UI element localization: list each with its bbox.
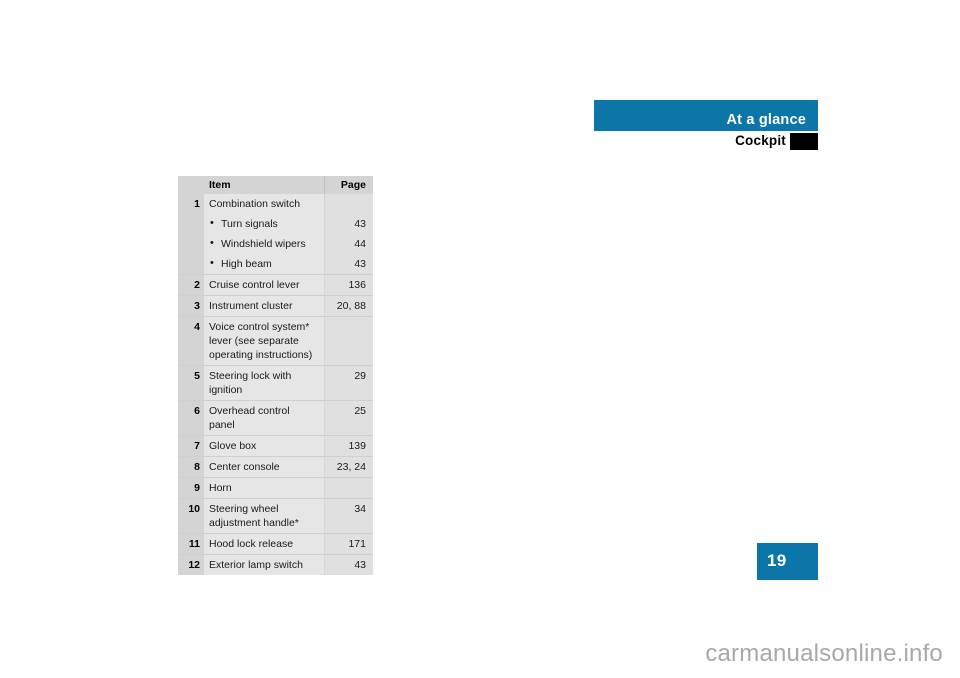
row-item-label: Overhead control panel xyxy=(204,400,325,436)
row-page-number: 136 xyxy=(324,274,373,296)
table-row: 5 Steering lock with ignition 29 xyxy=(178,365,373,401)
row-number: 2 xyxy=(178,274,204,296)
watermark-text: carmanualsonline.info xyxy=(705,640,943,667)
row-number: 8 xyxy=(178,456,204,478)
row-item-label: Steering wheel adjustment handle* xyxy=(204,498,325,534)
table-head: Item Page xyxy=(178,176,373,194)
row-item-label: Glove box xyxy=(204,435,325,457)
row-item-label: Turn signals xyxy=(204,214,325,234)
cockpit-legend-table: Item Page 1Combination switchTurn signal… xyxy=(178,176,373,575)
row-item-label: High beam xyxy=(204,254,325,275)
row-number: 4 xyxy=(178,316,204,366)
table-row: 8 Center console 23, 24 xyxy=(178,456,373,478)
row-page-number: 43 xyxy=(324,254,373,275)
row-item-label: Combination switch xyxy=(204,194,325,214)
row-number: 12 xyxy=(178,554,204,575)
table-row: 3 Instrument cluster 20, 88 xyxy=(178,295,373,317)
row-page-number: 25 xyxy=(324,400,373,436)
row-item-label: Steering lock with ignition xyxy=(204,365,325,401)
row-number: 7 xyxy=(178,435,204,457)
bullet-item: Turn signals xyxy=(209,216,318,231)
row-page-number: 23, 24 xyxy=(324,456,373,478)
table-row: Turn signals 43 xyxy=(178,214,373,234)
row-number: 10 xyxy=(178,498,204,534)
row-number: 1 xyxy=(178,194,204,214)
bullet-item: High beam xyxy=(209,256,318,271)
row-item-label: Cruise control lever xyxy=(204,274,325,296)
row-page-number xyxy=(324,194,373,214)
row-page-number: 43 xyxy=(324,214,373,234)
row-item-label: Hood lock release xyxy=(204,533,325,555)
row-number: 11 xyxy=(178,533,204,555)
table-row: 4 Voice control system* lever (see separa… xyxy=(178,316,373,366)
section-header-row: Cockpit xyxy=(594,133,818,151)
row-number: 6 xyxy=(178,400,204,436)
row-number: 3 xyxy=(178,295,204,317)
row-number: 9 xyxy=(178,477,204,499)
table-row: 12 Exterior lamp switch 43 xyxy=(178,554,373,575)
row-page-number: 20, 88 xyxy=(324,295,373,317)
table-row: 10 Steering wheel adjustment handle* 34 xyxy=(178,498,373,534)
row-number xyxy=(178,254,204,275)
column-header-number xyxy=(178,176,204,194)
row-item-label: Exterior lamp switch xyxy=(204,554,325,575)
row-number xyxy=(178,234,204,254)
row-item-label: Windshield wipers xyxy=(204,234,325,254)
column-header-page: Page xyxy=(324,176,373,194)
column-header-item: Item xyxy=(204,176,325,194)
bullet-item: Windshield wipers xyxy=(209,236,318,251)
table-row: High beam 43 xyxy=(178,254,373,275)
banner-title: At a glance xyxy=(726,112,806,128)
page-number-block: 19 xyxy=(757,543,818,580)
row-page-number: 171 xyxy=(324,533,373,555)
table-row: 7 Glove box 139 xyxy=(178,435,373,457)
row-page-number: 44 xyxy=(324,234,373,254)
row-page-number: 139 xyxy=(324,435,373,457)
at-a-glance-banner: At a glance xyxy=(594,100,818,131)
row-page-number xyxy=(324,477,373,499)
row-page-number: 34 xyxy=(324,498,373,534)
table-row: 1 Combination switch xyxy=(178,194,373,214)
section-title: Cockpit xyxy=(735,133,786,148)
page-number: 19 xyxy=(767,551,787,570)
row-number xyxy=(178,214,204,234)
table-header-row: Item Page xyxy=(178,176,373,194)
section-tab-marker xyxy=(790,133,818,150)
row-page-number: 29 xyxy=(324,365,373,401)
row-item-label: Voice control system* lever (see separat… xyxy=(204,316,325,366)
row-page-number: 43 xyxy=(324,554,373,575)
table-row: 9 Horn xyxy=(178,477,373,499)
table-row: 2 Cruise control lever 136 xyxy=(178,274,373,296)
row-item-label: Instrument cluster xyxy=(204,295,325,317)
table-row: 11 Hood lock release 171 xyxy=(178,533,373,555)
table-body: 1Combination switchTurn signals43Windshi… xyxy=(178,194,373,575)
row-item-label: Center console xyxy=(204,456,325,478)
table-row: Windshield wipers 44 xyxy=(178,234,373,254)
row-item-label: Horn xyxy=(204,477,325,499)
row-number: 5 xyxy=(178,365,204,401)
row-page-number xyxy=(324,316,373,366)
table-row: 6 Overhead control panel 25 xyxy=(178,400,373,436)
